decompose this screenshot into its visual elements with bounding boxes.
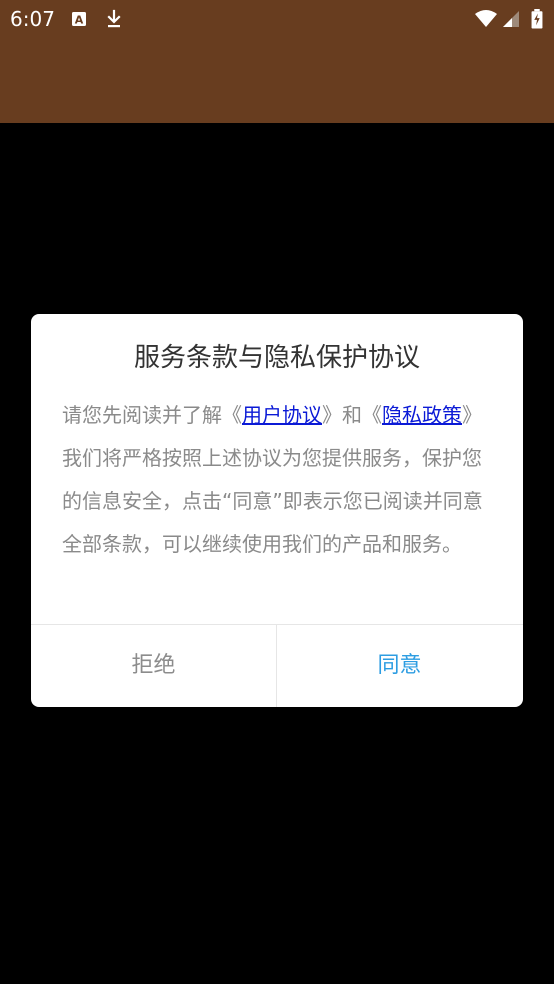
download-icon [107, 9, 121, 28]
svg-text:A: A [75, 14, 84, 27]
dialog-message: 请您先阅读并了解《用户协议》和《隐私政策》我们将严格按照上述协议为您提供服务，保… [62, 394, 498, 566]
app-a-icon: A [72, 12, 86, 27]
status-time: 6:07 [10, 7, 55, 31]
privacy-policy-link[interactable]: 隐私政策 [382, 403, 462, 427]
app-header [0, 40, 554, 123]
terms-privacy-dialog: 服务条款与隐私保护协议 请您先阅读并了解《用户协议》和《隐私政策》我们将严格按照… [31, 314, 523, 707]
signal-icon [503, 11, 519, 27]
reject-button[interactable]: 拒绝 [31, 625, 276, 707]
battery-icon [531, 9, 543, 29]
message-prefix: 请您先阅读并了解《 [62, 403, 242, 427]
accept-button[interactable]: 同意 [277, 625, 522, 707]
dialog-title: 服务条款与隐私保护协议 [133, 343, 420, 373]
status-bar: 6:07 A [0, 0, 554, 40]
wifi-icon [475, 10, 497, 27]
message-middle: 》和《 [322, 403, 382, 427]
user-agreement-link[interactable]: 用户协议 [242, 403, 322, 427]
